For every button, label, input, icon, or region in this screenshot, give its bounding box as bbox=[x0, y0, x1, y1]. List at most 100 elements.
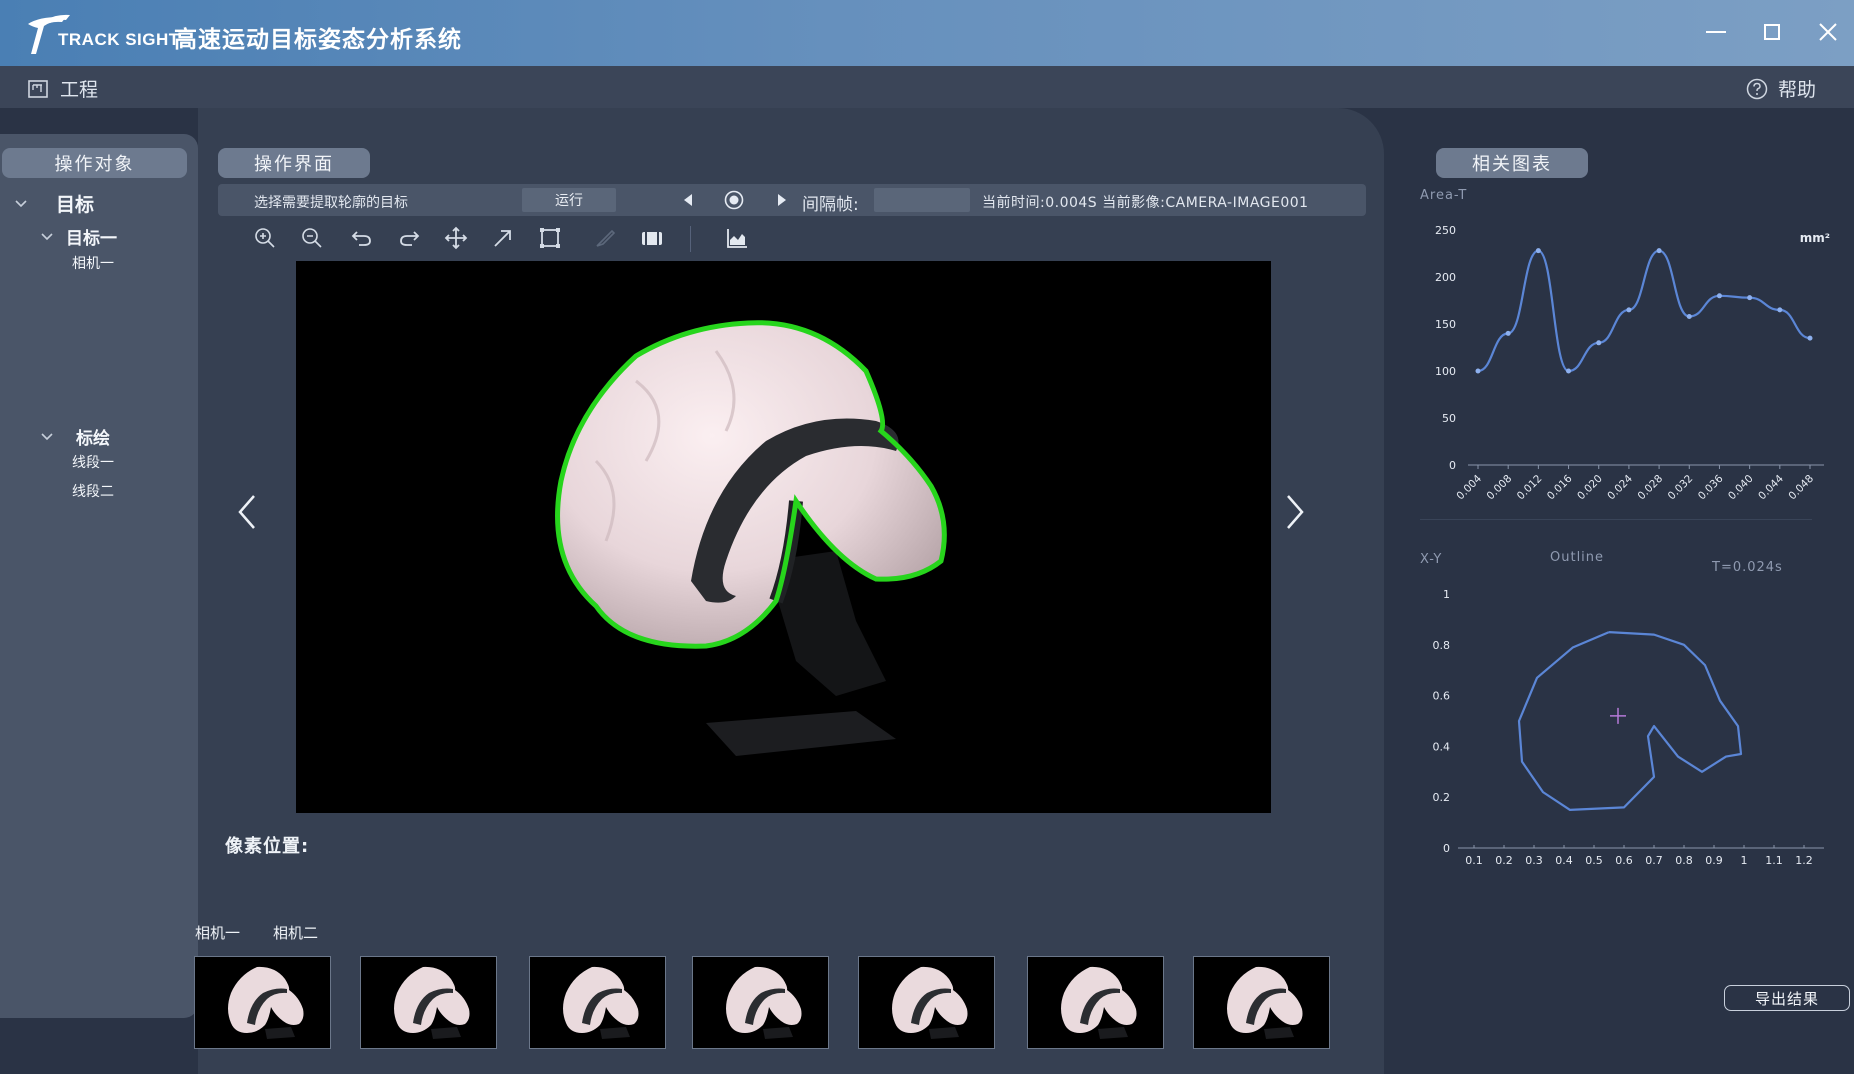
y-tick-label: 0 bbox=[1449, 459, 1456, 472]
app-title: 高速运动目标姿态分析系统 bbox=[174, 27, 462, 53]
interval-label: 间隔帧: bbox=[802, 195, 859, 215]
airbag-thumbnail-image bbox=[1227, 966, 1303, 1039]
zoom-in-button[interactable] bbox=[252, 225, 278, 251]
film-button[interactable] bbox=[639, 225, 665, 251]
pixel-position-label: 像素位置: bbox=[225, 836, 310, 857]
x-tick-label: 0.024 bbox=[1605, 472, 1635, 502]
next-image-arrow-icon[interactable] bbox=[1280, 490, 1310, 534]
data-point bbox=[1475, 368, 1481, 374]
previous-image-arrow-icon[interactable] bbox=[232, 490, 262, 534]
close-button[interactable] bbox=[1810, 14, 1846, 50]
image-thumbnail[interactable] bbox=[360, 956, 497, 1049]
logo-text: TRACK SIGHT bbox=[58, 30, 180, 49]
title-bar: TRACK SIGHT 高速运动目标姿态分析系统 bbox=[0, 0, 1854, 66]
tree-item-segment-two[interactable]: 线段二 bbox=[72, 481, 114, 501]
x-tick-label: 0.040 bbox=[1726, 473, 1756, 503]
menu-project[interactable]: 工程 bbox=[28, 75, 98, 102]
previous-frame-icon[interactable] bbox=[682, 193, 694, 207]
data-point bbox=[1747, 295, 1753, 301]
x-tick-label: 0.012 bbox=[1515, 473, 1545, 503]
data-point bbox=[1716, 293, 1722, 299]
x-tick-label: 0.048 bbox=[1786, 473, 1816, 503]
interval-frame-input[interactable] bbox=[874, 188, 970, 212]
run-button[interactable]: 运行 bbox=[522, 188, 616, 212]
tab-camera-two[interactable]: 相机二 bbox=[273, 922, 318, 943]
y-tick-label: 1 bbox=[1443, 588, 1450, 601]
move-icon bbox=[444, 226, 468, 250]
image-thumbnail[interactable] bbox=[692, 956, 829, 1049]
x-tick-label: 1.2 bbox=[1795, 854, 1813, 867]
film-icon bbox=[642, 232, 662, 245]
tree-item-annotation[interactable]: 标绘 bbox=[40, 424, 110, 449]
tree-item-camera-one[interactable]: 相机一 bbox=[72, 253, 114, 273]
image-thumbnail[interactable] bbox=[194, 956, 331, 1049]
minimize-button[interactable] bbox=[1698, 14, 1734, 50]
move-button[interactable] bbox=[443, 225, 469, 251]
tree-item-target-one[interactable]: 目标一 bbox=[40, 224, 117, 249]
x-tick-label: 0.032 bbox=[1666, 473, 1696, 503]
xy-chart-annotation: T=0.024s bbox=[1712, 560, 1783, 575]
x-tick-label: 1 bbox=[1741, 854, 1748, 867]
minimize-icon bbox=[1706, 31, 1726, 33]
x-tick-label: 0.8 bbox=[1675, 854, 1693, 867]
airbag-image bbox=[555, 320, 947, 756]
close-icon bbox=[1819, 23, 1837, 41]
y-tick-label: 150 bbox=[1435, 318, 1456, 331]
brush-icon bbox=[596, 229, 616, 247]
redo-button[interactable] bbox=[396, 225, 422, 251]
xy-chart-subtitle: Outline bbox=[1550, 550, 1605, 565]
zoom-in-icon bbox=[255, 228, 275, 248]
tree-item-label: 目标 bbox=[56, 194, 95, 216]
help-icon bbox=[1746, 78, 1768, 99]
area-chart-icon bbox=[727, 229, 747, 248]
menu-help-label: 帮助 bbox=[1777, 79, 1816, 101]
tree-item-segment-one[interactable]: 线段一 bbox=[72, 452, 114, 472]
operation-panel-title: 操作界面 bbox=[218, 148, 370, 178]
maximize-button[interactable] bbox=[1754, 14, 1790, 50]
crop-icon bbox=[540, 228, 560, 248]
zoom-out-button[interactable] bbox=[299, 225, 325, 251]
y-tick-label: 100 bbox=[1435, 365, 1456, 378]
charts-panel-title: 相关图表 bbox=[1436, 148, 1588, 178]
data-point bbox=[1807, 335, 1813, 341]
y-tick-label: 0 bbox=[1443, 842, 1450, 855]
x-tick-label: 0.9 bbox=[1705, 854, 1723, 867]
menu-bar: 工程 帮助 bbox=[0, 66, 1854, 108]
zoom-out-icon bbox=[302, 228, 322, 248]
stop-icon[interactable] bbox=[724, 190, 744, 210]
image-thumbnail[interactable] bbox=[858, 956, 995, 1049]
chevron-down-icon bbox=[15, 199, 27, 207]
image-thumbnail[interactable] bbox=[1193, 956, 1330, 1049]
data-point bbox=[1535, 248, 1541, 254]
undo-button[interactable] bbox=[349, 225, 375, 251]
tree-item-label: 标绘 bbox=[76, 429, 110, 449]
menu-help[interactable]: 帮助 bbox=[1746, 75, 1816, 102]
play-icon[interactable] bbox=[776, 193, 788, 207]
x-tick-label: 0.044 bbox=[1756, 472, 1786, 502]
airbag-thumbnail-image bbox=[726, 966, 802, 1039]
arrow-icon bbox=[494, 230, 511, 247]
tab-camera-one[interactable]: 相机一 bbox=[195, 922, 240, 943]
crop-button[interactable] bbox=[537, 225, 563, 251]
outline-series bbox=[1517, 631, 1743, 811]
y-tick-label: 0.8 bbox=[1433, 639, 1451, 652]
x-tick-label: 0.020 bbox=[1575, 473, 1605, 503]
x-tick-label: 0.6 bbox=[1615, 854, 1633, 867]
airbag-thumbnail-image bbox=[892, 966, 968, 1039]
image-thumbnail[interactable] bbox=[529, 956, 666, 1049]
maximize-icon bbox=[1764, 24, 1780, 40]
centroid-marker bbox=[1610, 707, 1626, 724]
data-point bbox=[1656, 248, 1662, 254]
export-results-button[interactable]: 导出结果 bbox=[1724, 985, 1850, 1011]
airbag-thumbnail-image bbox=[1061, 966, 1137, 1039]
arrow-tool-button[interactable] bbox=[490, 225, 516, 251]
x-tick-label: 0.036 bbox=[1696, 472, 1726, 502]
chart-button[interactable] bbox=[724, 225, 750, 251]
x-tick-label: 0.7 bbox=[1645, 854, 1663, 867]
tree-item-target[interactable]: 目标 bbox=[14, 190, 94, 217]
area-chart-title: Area-T bbox=[1420, 188, 1468, 203]
brush-button[interactable] bbox=[592, 225, 618, 251]
image-viewer[interactable] bbox=[296, 261, 1271, 813]
status-text: 当前时间:0.004S 当前影像:CAMERA-IMAGE001 bbox=[982, 195, 1309, 211]
image-thumbnail[interactable] bbox=[1027, 956, 1164, 1049]
